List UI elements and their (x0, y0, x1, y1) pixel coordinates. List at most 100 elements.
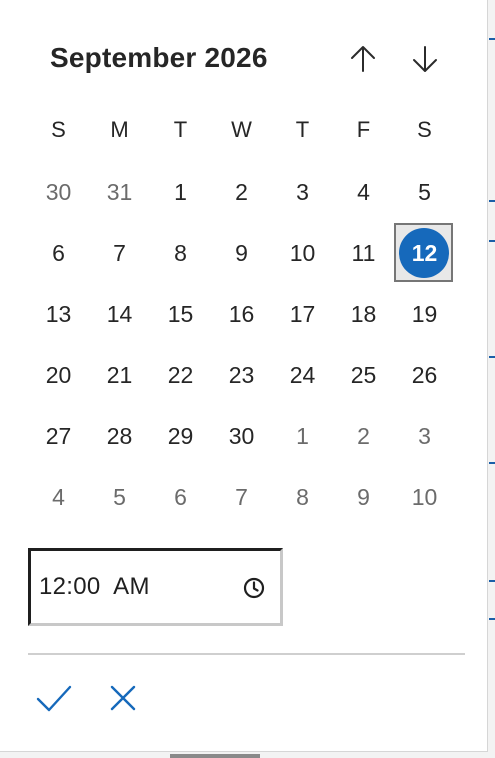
day-number: 21 (106, 362, 133, 388)
day-cell[interactable]: 4 (333, 162, 394, 223)
background-accent-mark (489, 240, 495, 242)
arrow-up-icon (351, 46, 375, 72)
day-cell[interactable]: 8 (150, 223, 211, 284)
day-cell[interactable]: 29 (150, 406, 211, 467)
background-scroll-mark (170, 754, 260, 758)
day-number: 4 (357, 179, 370, 205)
day-number: 28 (106, 423, 133, 449)
clock-icon[interactable] (242, 576, 266, 600)
day-number: 25 (350, 362, 377, 388)
time-input[interactable]: 12:00 AM (28, 548, 283, 626)
accept-button[interactable] (32, 676, 76, 720)
background-accent-mark (489, 580, 495, 582)
day-cell[interactable]: 5 (394, 162, 455, 223)
day-cell[interactable]: 10 (394, 467, 455, 528)
day-cell[interactable]: 13 (28, 284, 89, 345)
day-number: 19 (411, 301, 438, 327)
day-cell[interactable]: 26 (394, 345, 455, 406)
day-grid: 30 31 1 2 3 4 5 6 7 8 9 10 11 12 13 14 15 16 17 18 19 20 21 22 2… (28, 162, 455, 528)
day-number: 15 (167, 301, 194, 327)
day-cell[interactable]: 7 (211, 467, 272, 528)
day-cell[interactable]: 16 (211, 284, 272, 345)
day-number: 14 (106, 301, 133, 327)
weekday-label: M (110, 117, 129, 142)
background-edge (488, 0, 495, 758)
month-year-title[interactable]: September 2026 (50, 42, 268, 74)
weekday-header-row: SMTWTFS (28, 112, 455, 148)
day-number: 30 (45, 179, 72, 205)
background-accent-mark (489, 200, 495, 202)
day-cell[interactable]: 30 (211, 406, 272, 467)
day-cell[interactable]: 20 (28, 345, 89, 406)
day-number: 5 (418, 179, 431, 205)
weekday-label: T (173, 117, 188, 142)
actions-divider (28, 653, 465, 655)
day-number: 26 (411, 362, 438, 388)
day-cell[interactable]: 3 (394, 406, 455, 467)
day-number: 17 (289, 301, 316, 327)
day-number: 16 (228, 301, 255, 327)
day-number: 8 (296, 484, 309, 510)
day-cell[interactable]: 9 (333, 467, 394, 528)
calendar-header: September 2026 (0, 28, 488, 90)
day-cell[interactable]: 4 (28, 467, 89, 528)
arrow-down-icon (413, 46, 437, 72)
background-accent-mark (489, 462, 495, 464)
day-number: 2 (357, 423, 370, 449)
dismiss-button[interactable] (101, 676, 145, 720)
day-cell[interactable]: 3 (272, 162, 333, 223)
day-number: 1 (174, 179, 187, 205)
day-cell[interactable]: 9 (211, 223, 272, 284)
day-cell[interactable]: 18 (333, 284, 394, 345)
day-cell[interactable]: 17 (272, 284, 333, 345)
day-number: 6 (174, 484, 187, 510)
day-number: 9 (357, 484, 370, 510)
day-number: 31 (106, 179, 133, 205)
day-cell[interactable]: 19 (394, 284, 455, 345)
day-number: 3 (296, 179, 309, 205)
next-month-button[interactable] (402, 36, 448, 82)
day-cell[interactable]: 6 (150, 467, 211, 528)
day-cell[interactable]: 8 (272, 467, 333, 528)
day-number: 29 (167, 423, 194, 449)
date-time-picker-flyout: September 2026 SMTWTFS 30 31 1 2 3 4 5 6 7 8 9 10 11… (0, 0, 488, 752)
day-cell[interactable]: 31 (89, 162, 150, 223)
day-number: 11 (351, 240, 376, 266)
day-number: 6 (52, 240, 65, 266)
time-value: 12:00 AM (39, 573, 150, 600)
day-cell[interactable]: 22 (150, 345, 211, 406)
day-number: 2 (235, 179, 248, 205)
day-cell[interactable]: 30 (28, 162, 89, 223)
day-cell[interactable]: 27 (28, 406, 89, 467)
day-number: 3 (418, 423, 431, 449)
day-cell[interactable]: 2 (333, 406, 394, 467)
day-number: 27 (45, 423, 72, 449)
day-number: 9 (235, 240, 248, 266)
weekday-label: F (356, 117, 371, 142)
day-number: 7 (113, 240, 126, 266)
day-cell[interactable]: 7 (89, 223, 150, 284)
day-cell[interactable]: 11 (333, 223, 394, 284)
day-number: 12 (411, 240, 438, 266)
day-cell[interactable]: 24 (272, 345, 333, 406)
day-number: 7 (235, 484, 248, 510)
day-cell[interactable]: 28 (89, 406, 150, 467)
day-cell[interactable]: 25 (333, 345, 394, 406)
day-cell[interactable]: 2 (211, 162, 272, 223)
day-cell[interactable]: 1 (272, 406, 333, 467)
day-cell[interactable]: 14 (89, 284, 150, 345)
previous-month-button[interactable] (340, 36, 386, 82)
day-cell[interactable]: 10 (272, 223, 333, 284)
day-cell[interactable]: 5 (89, 467, 150, 528)
day-number: 5 (113, 484, 126, 510)
close-icon (110, 685, 136, 711)
day-cell[interactable]: 15 (150, 284, 211, 345)
day-cell[interactable]: 21 (89, 345, 150, 406)
day-cell[interactable]: 1 (150, 162, 211, 223)
day-cell-selected[interactable]: 12 (394, 223, 455, 284)
weekday-label: S (51, 117, 66, 142)
day-number: 30 (228, 423, 255, 449)
day-cell[interactable]: 6 (28, 223, 89, 284)
day-cell[interactable]: 23 (211, 345, 272, 406)
day-number: 23 (228, 362, 255, 388)
